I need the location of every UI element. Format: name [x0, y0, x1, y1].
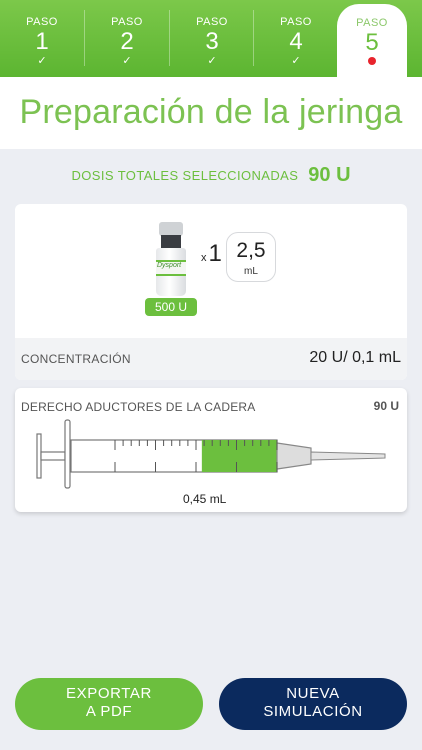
- syringe-volume: 0,45 mL: [183, 492, 227, 506]
- step-label: PASO: [26, 16, 58, 28]
- step-number: 1: [35, 28, 49, 55]
- step-indicator: PASO 1 ✓ PASO 2 ✓ PASO 3 ✓ PASO 4 ✓ PASO…: [0, 0, 422, 77]
- step-3[interactable]: PASO 3 ✓: [170, 0, 254, 77]
- check-icon: ✓: [37, 55, 47, 67]
- dilution-volume-unit: mL: [244, 266, 258, 277]
- new-simulation-button[interactable]: NUEVA SIMULACIÓN: [219, 678, 407, 730]
- check-icon: ✓: [207, 55, 217, 67]
- new-label-line1: NUEVA: [286, 685, 340, 702]
- vial-brand: Dysport: [157, 262, 182, 269]
- step-number: 5: [365, 29, 379, 56]
- dilution-volume: 2,5 mL: [226, 232, 276, 282]
- check-icon: ✓: [122, 55, 132, 67]
- total-dose: DOSIS TOTALES SELECCIONADAS 90 U: [0, 164, 422, 187]
- total-dose-value: 90 U: [308, 164, 351, 186]
- syringe-card: DERECHO ADUCTORES DE LA CADERA 90 U 0,45…: [15, 388, 407, 512]
- step-4[interactable]: PASO 4 ✓: [254, 0, 338, 77]
- syringe-icon: [36, 419, 386, 489]
- concentration-value: 20 U/ 0,1 mL: [309, 349, 401, 366]
- page-title: Preparación de la jeringa: [19, 93, 403, 131]
- current-step-dot: [368, 57, 376, 65]
- export-label-line2: A PDF: [85, 703, 133, 720]
- title-bar: Preparación de la jeringa: [0, 77, 422, 149]
- step-5-active[interactable]: PASO 5: [337, 4, 407, 77]
- dilution-volume-value: 2,5: [236, 239, 266, 262]
- concentration-row: CONCENTRACIÓN 20 U/ 0,1 mL: [15, 338, 407, 380]
- step-number: 2: [120, 28, 134, 55]
- total-dose-label: DOSIS TOTALES SELECCIONADAS: [71, 168, 299, 183]
- new-label-line2: SIMULACIÓN: [263, 703, 363, 720]
- vial-count-number: 1: [208, 240, 222, 267]
- step-number: 4: [289, 28, 303, 55]
- check-icon: ✓: [291, 55, 301, 67]
- export-pdf-button[interactable]: EXPORTAR A PDF: [15, 678, 203, 730]
- multiply-sign: x: [201, 252, 207, 264]
- step-number: 3: [205, 28, 219, 55]
- step-1[interactable]: PASO 1 ✓: [0, 0, 84, 77]
- step-2[interactable]: PASO 2 ✓: [85, 0, 169, 77]
- export-label-line1: EXPORTAR: [66, 685, 152, 702]
- step-label: PASO: [196, 16, 228, 28]
- vial-card: Dysport 500 U x1 2,5 mL CONCENTRACIÓN 20…: [15, 204, 407, 380]
- syringe-fill: [201, 440, 277, 472]
- step-label: PASO: [111, 16, 143, 28]
- step-label: PASO: [356, 17, 388, 29]
- vial-units-badge: 500 U: [145, 298, 197, 316]
- concentration-label: CONCENTRACIÓN: [21, 352, 131, 366]
- vial-icon: Dysport: [155, 222, 187, 298]
- vial-count: x1: [201, 240, 222, 268]
- step-label: PASO: [280, 16, 312, 28]
